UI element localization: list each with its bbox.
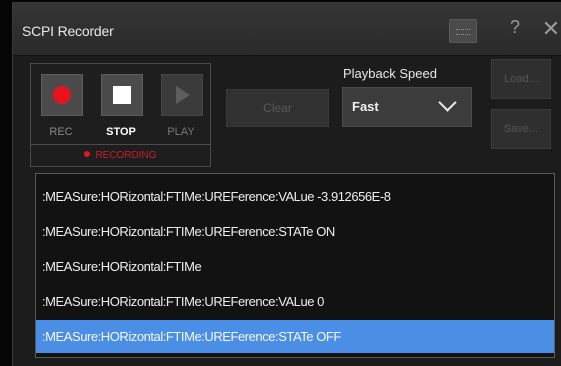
record-icon — [53, 86, 71, 104]
keyboard-icon[interactable] — [449, 19, 477, 43]
window-title: SCPI Recorder — [22, 23, 114, 39]
play-icon — [176, 86, 190, 104]
close-button[interactable]: ✕ — [541, 16, 561, 41]
list-item[interactable]: :MEASure:HORizontal:FTIMe — [36, 250, 554, 283]
play-button[interactable] — [161, 74, 203, 116]
recording-status-text: RECORDING — [95, 150, 157, 161]
scpi-recorder-window: SCPI Recorder ? ✕ REC STOP PLAY RECORDIN… — [12, 2, 561, 366]
stop-button[interactable] — [101, 74, 143, 116]
recorder-controls: REC STOP PLAY RECORDING — [30, 63, 211, 167]
list-item[interactable]: :MEASure:HORizontal:FTIMe:UREFerence:STA… — [36, 215, 554, 248]
list-item-selected[interactable]: :MEASure:HORizontal:FTIMe:UREFerence:STA… — [36, 320, 554, 353]
list-item[interactable]: :MEASure:HORizontal:FTIMe:UREFerence:VAL… — [36, 285, 554, 318]
list-item[interactable]: :MEASure:HORizontal:FTIMe:UREFerence:VAL… — [36, 180, 554, 213]
chevron-down-icon — [438, 93, 457, 112]
recording-status: RECORDING — [31, 144, 210, 167]
stop-label: STOP — [106, 126, 136, 138]
title-bar: SCPI Recorder ? ✕ — [13, 3, 561, 56]
save-button[interactable]: Save... — [491, 109, 551, 149]
load-button[interactable]: Load... — [491, 59, 551, 99]
help-button[interactable]: ? — [505, 17, 525, 41]
playback-speed-value: Fast — [352, 99, 379, 114]
record-label: REC — [49, 126, 73, 138]
recording-indicator-icon — [84, 151, 91, 157]
playback-speed-label: Playback Speed — [343, 66, 437, 81]
record-button[interactable] — [41, 74, 83, 116]
clear-button[interactable]: Clear — [226, 89, 329, 127]
play-label: PLAY — [167, 126, 195, 138]
command-list[interactable]: :MEASure:HORizontal:FTIMe:UREFerence:VAL… — [35, 173, 555, 358]
stop-icon — [113, 86, 131, 104]
playback-speed-select[interactable]: Fast — [342, 87, 472, 127]
